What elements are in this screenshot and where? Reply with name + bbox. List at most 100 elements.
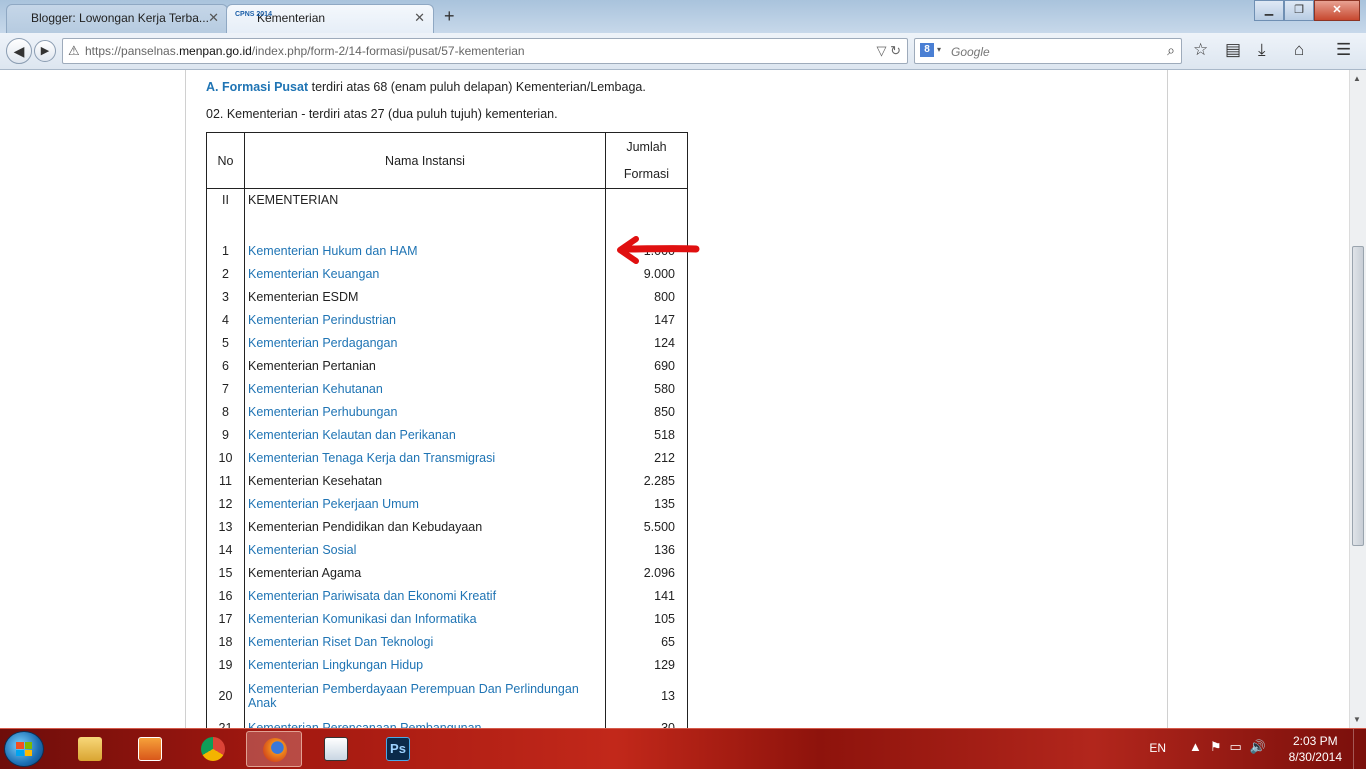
instansi-link[interactable]: Kementerian Hukum dan HAM bbox=[248, 244, 418, 258]
table-row: 19Kementerian Lingkungan Hidup129 bbox=[207, 653, 688, 676]
row-nama-cell: Kementerian Kelautan dan Perikanan bbox=[245, 423, 606, 446]
scrollbar-thumb[interactable] bbox=[1352, 246, 1364, 546]
row-no: 11 bbox=[207, 469, 245, 492]
vertical-scrollbar[interactable]: ▲ ▼ bbox=[1349, 70, 1366, 728]
taskbar-notepad[interactable] bbox=[308, 731, 364, 767]
row-jumlah: 518 bbox=[606, 423, 688, 446]
bookmark-star-icon[interactable]: ☆ bbox=[1193, 40, 1208, 60]
header-formasi: Formasi bbox=[624, 167, 669, 181]
instansi-link[interactable]: Kementerian Keuangan bbox=[248, 267, 379, 281]
volume-icon[interactable]: 🔊 bbox=[1250, 739, 1274, 754]
table-row: 13Kementerian Pendidikan dan Kebudayaan5… bbox=[207, 515, 688, 538]
url-text[interactable]: https://panselnas.menpan.go.id/index.php… bbox=[85, 44, 525, 58]
row-no: 13 bbox=[207, 515, 245, 538]
instansi-name: Kementerian Pertanian bbox=[248, 359, 376, 373]
section-title: KEMENTERIAN bbox=[245, 189, 606, 226]
instansi-link[interactable]: Kementerian Sosial bbox=[248, 543, 356, 557]
table-row: 8Kementerian Perhubungan850 bbox=[207, 400, 688, 423]
tab-blogger[interactable]: Blogger: Lowongan Kerja Terba... ✕ bbox=[6, 4, 228, 33]
tab-close-icon[interactable]: ✕ bbox=[414, 5, 425, 31]
table-row: 15Kementerian Agama2.096 bbox=[207, 561, 688, 584]
security-warning-icon[interactable]: ⚠ bbox=[68, 43, 80, 59]
row-nama-cell: Kementerian Perhubungan bbox=[245, 400, 606, 423]
row-no: 21 bbox=[207, 716, 245, 728]
row-no: 3 bbox=[207, 285, 245, 308]
search-bar[interactable]: 8 ▾ ⌕ bbox=[914, 38, 1182, 64]
row-no: 17 bbox=[207, 607, 245, 630]
row-nama-cell: Kementerian Perdagangan bbox=[245, 331, 606, 354]
menu-icon[interactable]: ☰ bbox=[1336, 40, 1351, 60]
scroll-up-icon[interactable]: ▲ bbox=[1353, 74, 1361, 83]
clock-date: 8/30/2014 bbox=[1289, 749, 1342, 765]
url-bar[interactable]: ⚠ https://panselnas.menpan.go.id/index.p… bbox=[62, 38, 908, 64]
scroll-down-icon[interactable]: ▼ bbox=[1353, 715, 1361, 724]
instansi-name: Kementerian Agama bbox=[248, 566, 361, 580]
firefox-icon bbox=[263, 738, 287, 762]
row-jumlah: 147 bbox=[606, 308, 688, 331]
intro-paragraph: A. Formasi Pusat terdiri atas 68 (enam p… bbox=[206, 80, 646, 94]
instansi-link[interactable]: Kementerian Kelautan dan Perikanan bbox=[248, 428, 456, 442]
taskbar-chrome[interactable] bbox=[185, 731, 241, 767]
window-controls: ▁ ❐ ✕ bbox=[1254, 0, 1360, 20]
instansi-link[interactable]: Kementerian Pekerjaan Umum bbox=[248, 497, 419, 511]
tab-close-icon[interactable]: ✕ bbox=[208, 5, 219, 31]
taskbar-file-explorer[interactable] bbox=[62, 731, 118, 767]
clock[interactable]: 2:03 PM 8/30/2014 bbox=[1289, 733, 1342, 765]
back-button[interactable]: ◀ bbox=[6, 38, 32, 64]
table-row: 14Kementerian Sosial136 bbox=[207, 538, 688, 561]
show-desktop-button[interactable] bbox=[1353, 729, 1366, 769]
instansi-link[interactable]: Kementerian Riset Dan Teknologi bbox=[248, 635, 433, 649]
instansi-link[interactable]: Kementerian Perencanaan Pembangunan bbox=[248, 721, 482, 729]
language-indicator[interactable]: EN bbox=[1149, 741, 1166, 755]
instansi-link[interactable]: Kementerian Kehutanan bbox=[248, 382, 383, 396]
instansi-link[interactable]: Kementerian Lingkungan Hidup bbox=[248, 658, 423, 672]
forward-button[interactable]: ▶ bbox=[34, 40, 56, 62]
table-row: 21Kementerian Perencanaan Pembangunan30 bbox=[207, 716, 688, 728]
maximize-button[interactable]: ❐ bbox=[1284, 0, 1314, 21]
search-icon[interactable]: ⌕ bbox=[1167, 42, 1175, 59]
minimize-button[interactable]: ▁ bbox=[1254, 0, 1284, 21]
instansi-name: Kementerian Pendidikan dan Kebudayaan bbox=[248, 520, 482, 534]
action-center-icon[interactable]: ⚑ bbox=[1210, 739, 1230, 754]
row-nama-cell: Kementerian Kehutanan bbox=[245, 377, 606, 400]
search-input[interactable] bbox=[949, 42, 1153, 62]
instansi-link[interactable]: Kementerian Tenaga Kerja dan Transmigras… bbox=[248, 451, 495, 465]
table-row: 10Kementerian Tenaga Kerja dan Transmigr… bbox=[207, 446, 688, 469]
taskbar-firefox[interactable] bbox=[246, 731, 302, 767]
formasi-pusat-link[interactable]: Formasi Pusat bbox=[222, 80, 308, 94]
taskbar-photoshop[interactable]: Ps bbox=[370, 731, 426, 767]
new-tab-button[interactable]: + bbox=[444, 6, 455, 27]
instansi-link[interactable]: Kementerian Perhubungan bbox=[248, 405, 397, 419]
tab-kementerian[interactable]: CPNS 2014 Kementerian ✕ bbox=[226, 4, 434, 33]
google-engine-icon[interactable]: 8 bbox=[920, 43, 934, 57]
instansi-link[interactable]: Kementerian Pemberdayaan Perempuan Dan P… bbox=[248, 682, 579, 710]
engine-dropdown-icon[interactable]: ▾ bbox=[937, 45, 941, 54]
system-tray: EN ▲⚑▭🔊 2:03 PM 8/30/2014 bbox=[1106, 729, 1366, 769]
media-player-icon bbox=[138, 737, 162, 761]
home-icon[interactable]: ⌂ bbox=[1294, 40, 1304, 60]
bookmarks-menu-icon[interactable]: ▤ bbox=[1225, 40, 1241, 60]
downloads-icon[interactable]: ⤓ bbox=[1258, 40, 1266, 60]
spacer-cell bbox=[245, 225, 606, 239]
url-domain: menpan.go.id bbox=[179, 44, 252, 58]
taskbar-media-player[interactable] bbox=[122, 731, 178, 767]
reload-icon[interactable]: ↻ bbox=[890, 43, 901, 58]
header-nama-instansi: Nama Instansi bbox=[245, 133, 606, 189]
history-dropdown-icon[interactable]: ▽ bbox=[876, 43, 886, 58]
row-nama-cell: Kementerian Pendidikan dan Kebudayaan bbox=[245, 515, 606, 538]
row-jumlah: 212 bbox=[606, 446, 688, 469]
content-column: A. Formasi Pusat terdiri atas 68 (enam p… bbox=[185, 70, 1168, 728]
network-icon[interactable]: ▭ bbox=[1230, 739, 1250, 754]
instansi-link[interactable]: Kementerian Perdagangan bbox=[248, 336, 397, 350]
tray-expand-icon[interactable]: ▲ bbox=[1189, 739, 1210, 754]
instansi-name: Kementerian Kesehatan bbox=[248, 474, 382, 488]
row-jumlah: 129 bbox=[606, 653, 688, 676]
start-button[interactable] bbox=[4, 731, 44, 767]
red-arrow-annotation bbox=[616, 235, 702, 265]
instansi-link[interactable]: Kementerian Pariwisata dan Ekonomi Kreat… bbox=[248, 589, 496, 603]
row-nama-cell: Kementerian Komunikasi dan Informatika bbox=[245, 607, 606, 630]
row-jumlah: 136 bbox=[606, 538, 688, 561]
instansi-link[interactable]: Kementerian Komunikasi dan Informatika bbox=[248, 612, 477, 626]
close-window-button[interactable]: ✕ bbox=[1314, 0, 1360, 21]
instansi-link[interactable]: Kementerian Perindustrian bbox=[248, 313, 396, 327]
